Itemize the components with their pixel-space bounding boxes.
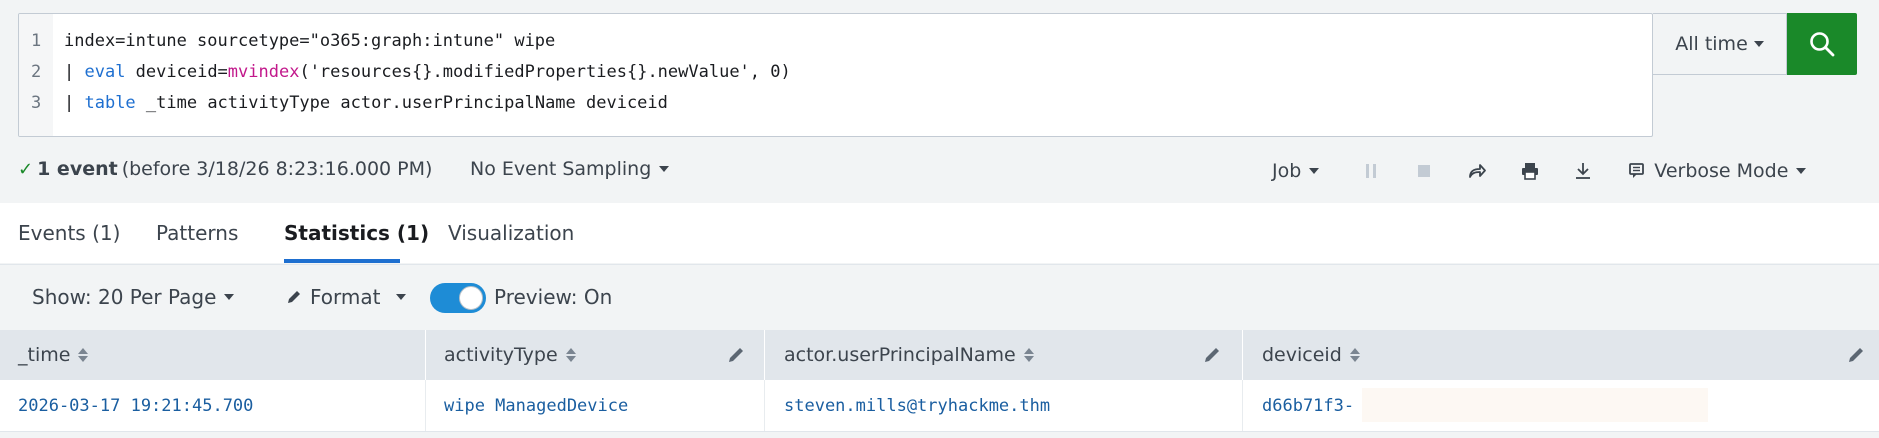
pencil-icon[interactable]	[726, 345, 746, 365]
column-divider	[425, 330, 426, 380]
redacted-value	[1362, 388, 1708, 422]
download-icon	[1576, 163, 1591, 179]
query-text: deviceid=	[125, 62, 228, 82]
query-function: mvindex	[227, 62, 300, 82]
column-divider	[764, 330, 765, 380]
search-editor[interactable]: 1 2 3 index=intune sourcetype="o365:grap…	[18, 13, 1653, 137]
column-header-time[interactable]: _time	[18, 330, 89, 380]
column-divider	[1242, 380, 1243, 431]
time-range-label: All time	[1675, 33, 1748, 55]
pencil-icon[interactable]	[1846, 345, 1866, 365]
caret-down-icon	[1753, 41, 1764, 47]
event-status-detail: (before 3/18/26 8:23:16.000 PM)	[121, 158, 433, 180]
format-label: Format	[310, 285, 381, 309]
search-bar: 1 2 3 index=intune sourcetype="o365:grap…	[18, 13, 1857, 137]
results-toolbar: Show: 20 Per Page Format Preview: On	[0, 264, 1879, 330]
job-menu[interactable]: Job	[1272, 160, 1320, 182]
event-status: ✓ 1 event (before 3/18/26 8:23:16.000 PM…	[18, 158, 432, 180]
query-pipe: |	[64, 93, 85, 113]
event-sampling-dropdown[interactable]: No Event Sampling	[470, 158, 670, 180]
tab-statistics[interactable]: Statistics (1)	[284, 221, 429, 245]
column-divider	[1242, 330, 1243, 380]
sort-icon	[78, 347, 89, 363]
column-divider	[425, 380, 426, 431]
page-size-label: Show: 20 Per Page	[32, 285, 217, 309]
results-table: _time activityType actor.userPrincipalNa…	[0, 330, 1879, 438]
line-number: 1	[31, 31, 42, 51]
export-button[interactable]	[1573, 161, 1593, 181]
checkmark-icon: ✓	[18, 158, 34, 180]
sort-icon	[565, 347, 576, 363]
query-command: eval	[84, 62, 126, 82]
column-header-label: deviceid	[1262, 344, 1342, 366]
preview-toggle[interactable]	[430, 283, 486, 313]
pencil-icon[interactable]	[1202, 345, 1222, 365]
job-controls: Job Verbose Mode	[1272, 156, 1807, 186]
caret-down-icon	[1309, 168, 1320, 174]
print-icon	[1522, 163, 1539, 180]
column-header-userprincipalname[interactable]: actor.userPrincipalName	[784, 330, 1034, 380]
tab-patterns[interactable]: Patterns	[156, 221, 238, 245]
sort-icon	[1349, 347, 1360, 363]
cell-deviceid[interactable]: d66b71f3-	[1262, 396, 1354, 416]
table-row: 2026-03-17 19:21:45.700 wipe ManagedDevi…	[0, 380, 1879, 432]
column-header-activitytype[interactable]: activityType	[444, 330, 576, 380]
tab-visualization[interactable]: Visualization	[448, 221, 574, 245]
job-label: Job	[1272, 160, 1302, 182]
pause-button[interactable]	[1361, 161, 1381, 181]
query-text: ('resources{}.modifiedProperties{}.newVa…	[299, 62, 791, 82]
query-text: _time activityType actor.userPrincipalNa…	[135, 93, 668, 113]
pause-icon	[1366, 164, 1377, 178]
query-text: index=intune sourcetype="o365:graph:intu…	[64, 31, 556, 51]
query-command: table	[84, 93, 136, 113]
event-count: 1 event	[37, 158, 118, 180]
caret-down-icon	[224, 294, 235, 300]
table-header: _time activityType actor.userPrincipalNa…	[0, 330, 1879, 380]
print-button[interactable]	[1520, 161, 1540, 181]
query-pipe: |	[64, 62, 85, 82]
pencil-icon	[288, 291, 300, 303]
column-header-label: activityType	[444, 344, 558, 366]
sort-icon	[1023, 347, 1034, 363]
event-sampling-label: No Event Sampling	[470, 158, 652, 180]
search-button[interactable]	[1787, 13, 1857, 75]
query-line-2: | eval deviceid=mvindex('resources{}.mod…	[64, 62, 791, 82]
stop-button[interactable]	[1414, 161, 1434, 181]
cell-time[interactable]: 2026-03-17 19:21:45.700	[18, 396, 253, 416]
cell-userprincipalname[interactable]: steven.mills@tryhackme.thm	[784, 396, 1050, 416]
format-dropdown[interactable]: Format	[286, 285, 407, 309]
query-line-3: | table _time activityType actor.userPri…	[64, 93, 668, 113]
column-header-label: actor.userPrincipalName	[784, 344, 1016, 366]
line-number: 3	[31, 93, 42, 113]
search-mode-dropdown[interactable]: Verbose Mode	[1628, 160, 1807, 182]
time-range-picker[interactable]: All time	[1653, 13, 1787, 75]
column-header-label: _time	[18, 344, 71, 366]
job-status-bar: ✓ 1 event (before 3/18/26 8:23:16.000 PM…	[0, 150, 1879, 190]
preview-label: Preview: On	[494, 285, 613, 309]
cell-activitytype[interactable]: wipe ManagedDevice	[444, 396, 628, 416]
caret-down-icon	[396, 294, 407, 300]
column-header-deviceid[interactable]: deviceid	[1262, 330, 1360, 380]
share-icon	[1469, 164, 1487, 178]
caret-down-icon	[1796, 168, 1807, 174]
line-number: 2	[31, 62, 42, 82]
mode-icon	[1629, 163, 1645, 178]
stop-icon	[1418, 165, 1431, 177]
caret-down-icon	[659, 166, 670, 172]
toggle-knob	[459, 286, 483, 310]
search-icon	[1810, 32, 1835, 57]
active-tab-indicator	[284, 259, 400, 263]
share-button[interactable]	[1467, 161, 1487, 181]
page-size-dropdown[interactable]: Show: 20 Per Page	[32, 285, 235, 309]
column-divider	[764, 380, 765, 431]
tab-events[interactable]: Events (1)	[18, 221, 120, 245]
search-mode-label: Verbose Mode	[1654, 160, 1789, 182]
query-line-1: index=intune sourcetype="o365:graph:intu…	[64, 31, 555, 51]
results-tabs: Events (1) Patterns Statistics (1) Visua…	[0, 203, 1879, 263]
